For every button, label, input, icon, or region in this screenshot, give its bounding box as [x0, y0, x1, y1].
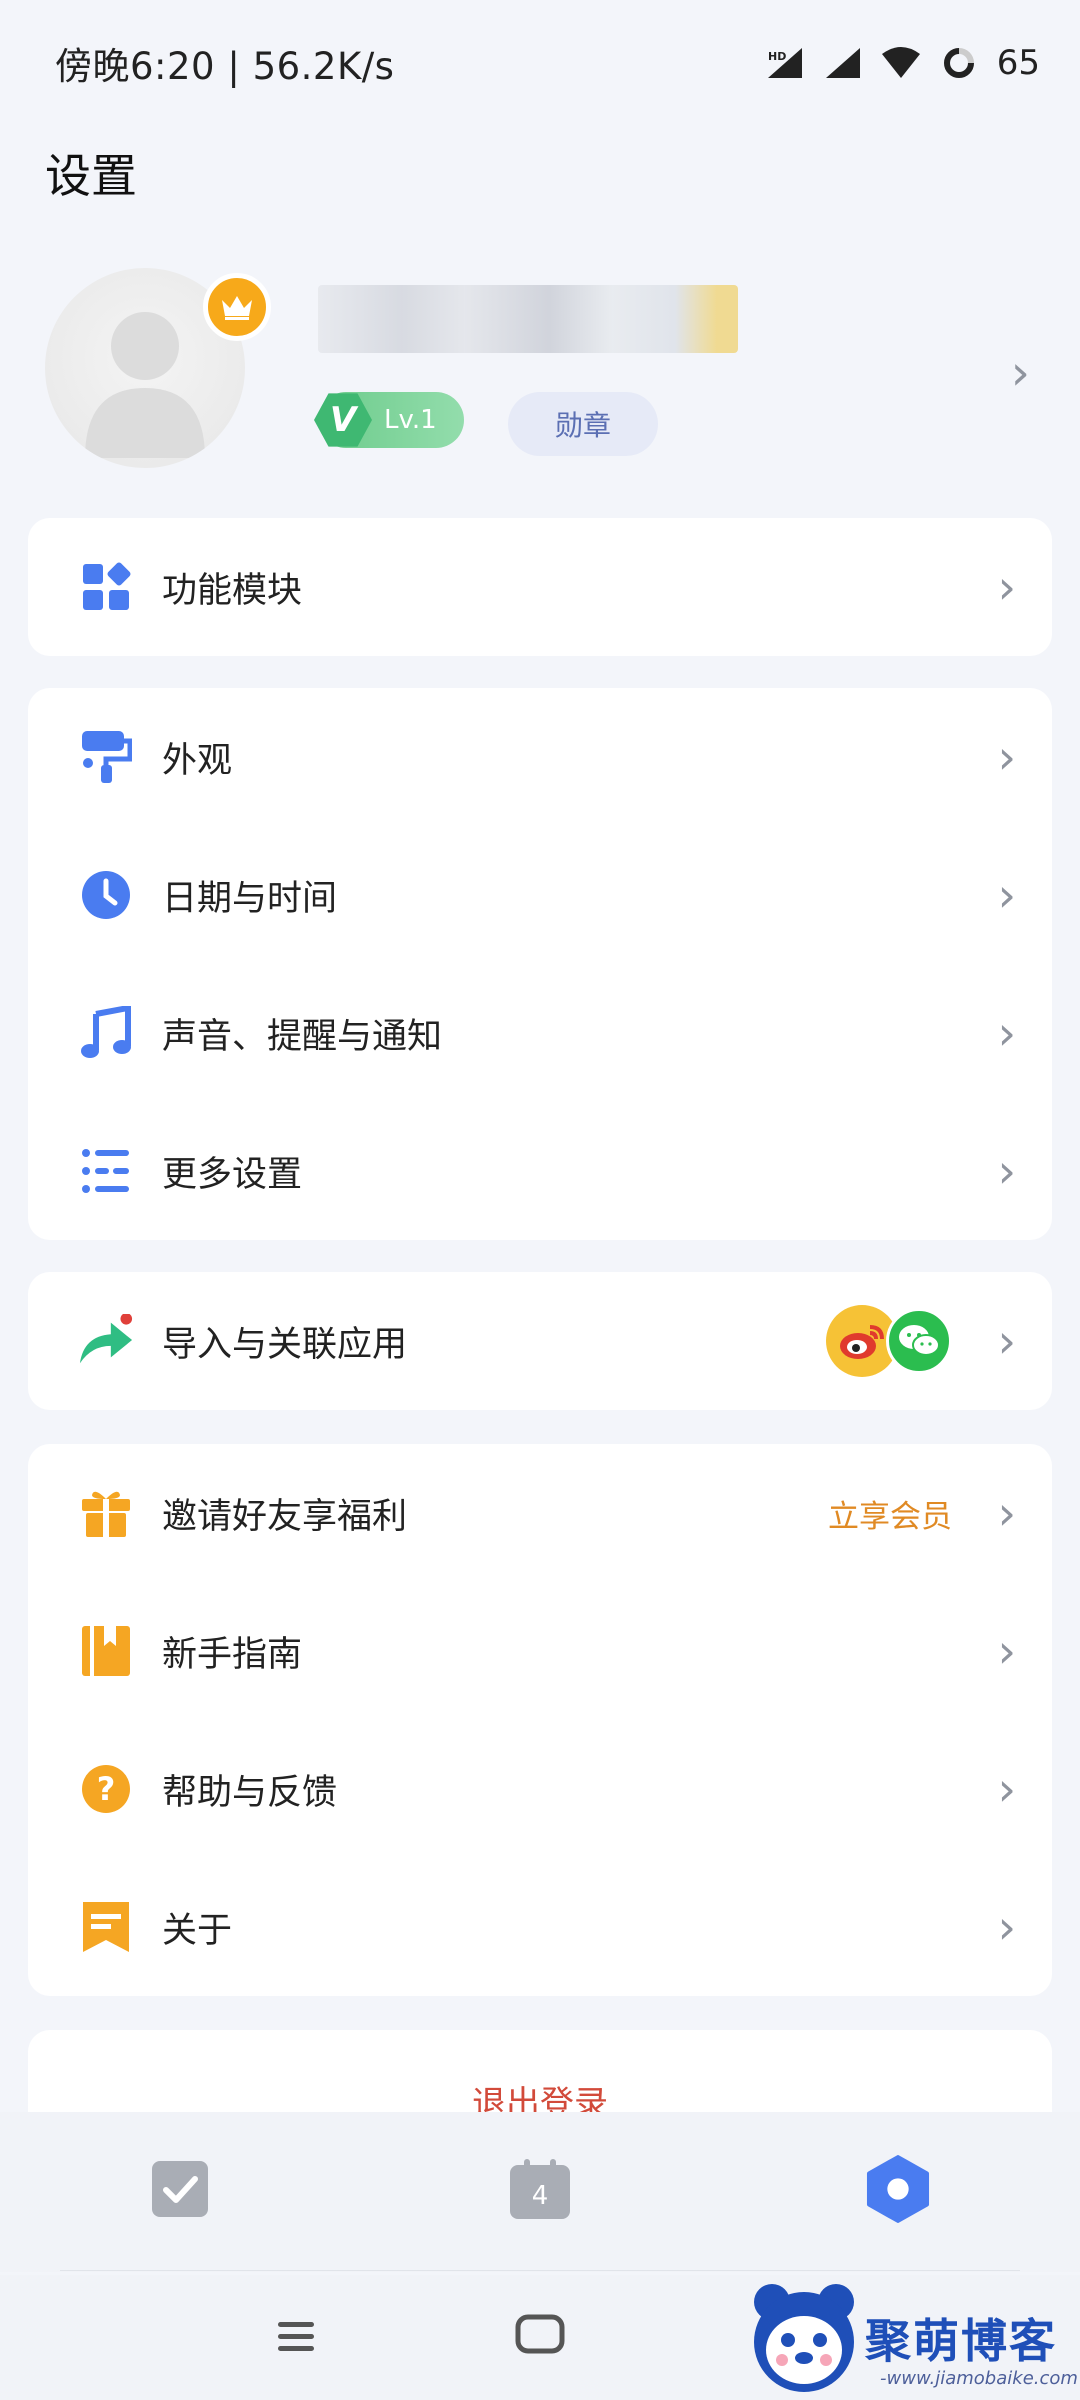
menu-label: 导入与关联应用 [162, 1324, 408, 1365]
chevron-right-icon: › [997, 1900, 1016, 1954]
card-preferences: 外观 › 日期与时间 › 声音、提醒与通知 › 更多设置 › [28, 688, 1052, 1240]
page-title: 设置 [45, 149, 137, 203]
chevron-right-icon: › [997, 1144, 1016, 1198]
chevron-right-icon: › [997, 1006, 1016, 1060]
cellular-signal-icon [823, 43, 863, 83]
menu-item-help-feedback[interactable]: ? 帮助与反馈 › [28, 1720, 1052, 1858]
tab-tasks[interactable] [148, 2157, 212, 2221]
bookmark-flag-icon [78, 1899, 134, 1955]
menu-item-datetime[interactable]: 日期与时间 › [28, 826, 1052, 964]
status-time-speed: 傍晚6:20 | 56.2K/s [55, 45, 395, 88]
home-button[interactable] [514, 2312, 566, 2356]
status-icons: HD 65 [765, 40, 1040, 86]
tab-settings[interactable] [866, 2155, 930, 2223]
guide-book-icon [78, 1623, 134, 1679]
wechat-icon [886, 1308, 952, 1374]
menu-item-import-apps[interactable]: 导入与关联应用 › [28, 1272, 1052, 1410]
menu-item-more-settings[interactable]: 更多设置 › [28, 1102, 1052, 1240]
vip-promo-text: 立享会员 [828, 1498, 952, 1535]
menu-lines-icon [278, 2322, 314, 2351]
menu-label: 功能模块 [162, 570, 303, 611]
modules-grid-icon [78, 559, 134, 615]
crown-icon [203, 273, 271, 341]
menu-label: 新手指南 [162, 1634, 303, 1675]
tab-calendar[interactable]: 4 [508, 2157, 572, 2221]
medal-button[interactable]: 勋章 [508, 392, 658, 456]
chevron-right-icon: › [997, 1624, 1016, 1678]
watermark-subtitle: -www.jiamobaike.com [880, 2368, 1078, 2389]
help-question-icon: ? [78, 1761, 134, 1817]
menu-label: 更多设置 [162, 1154, 303, 1195]
card-import: 导入与关联应用 › [28, 1272, 1052, 1410]
battery-level: 65 [996, 43, 1040, 83]
chevron-right-icon: › [997, 868, 1016, 922]
gift-icon [78, 1485, 134, 1541]
watermark-title: 聚萌博客 [865, 2314, 1057, 2368]
logout-button[interactable]: 退出登录 [0, 2076, 1080, 2116]
username-blurred [318, 285, 738, 353]
chevron-right-icon: › [997, 1486, 1016, 1540]
menu-label: 邀请好友享福利 [162, 1496, 408, 1537]
chevron-right-icon: › [997, 1314, 1016, 1368]
chevron-right-icon: › [997, 1762, 1016, 1816]
menu-label: 日期与时间 [162, 878, 338, 919]
hd-signal-icon: HD [765, 43, 805, 83]
level-label: Lv.1 [384, 405, 437, 435]
settings-hexagon-icon [866, 2155, 930, 2223]
menu-item-invite[interactable]: 邀请好友享福利 立享会员 › [28, 1444, 1052, 1582]
watermark-bear-logo [742, 2278, 866, 2396]
menu-item-guide[interactable]: 新手指南 › [28, 1582, 1052, 1720]
music-note-icon [78, 1005, 134, 1061]
list-settings-icon [78, 1143, 134, 1199]
menu-label: 声音、提醒与通知 [162, 1016, 443, 1057]
clock-icon [78, 867, 134, 923]
menu-item-sound[interactable]: 声音、提醒与通知 › [28, 964, 1052, 1102]
level-badge[interactable]: V Lv.1 [314, 392, 464, 448]
share-arrow-icon [78, 1313, 134, 1369]
task-check-icon [152, 2161, 208, 2217]
recent-apps-button[interactable] [275, 2316, 317, 2358]
chevron-right-icon: › [997, 730, 1016, 784]
paint-roller-icon [78, 729, 134, 785]
card-modules: 功能模块 › [28, 518, 1052, 656]
battery-ring-icon [939, 43, 979, 83]
menu-item-about[interactable]: 关于 › [28, 1858, 1052, 1996]
calendar-day: 4 [532, 2181, 549, 2211]
menu-label: 帮助与反馈 [162, 1772, 338, 1813]
card-help: 邀请好友享福利 立享会员 › 新手指南 › ? 帮助与反馈 › 关于 › [28, 1444, 1052, 1996]
divider [60, 2270, 1020, 2271]
chevron-right-icon: › [1010, 345, 1030, 401]
menu-label: 关于 [162, 1910, 233, 1951]
menu-item-modules[interactable]: 功能模块 › [28, 518, 1052, 656]
chevron-right-icon: › [997, 560, 1016, 614]
menu-item-appearance[interactable]: 外观 › [28, 688, 1052, 826]
wifi-icon [881, 43, 921, 83]
menu-label: 外观 [162, 740, 233, 781]
svg-text:HD: HD [768, 50, 786, 63]
calendar-icon: 4 [510, 2159, 570, 2219]
svg-text:?: ? [97, 1770, 116, 1808]
home-square-icon [515, 2314, 565, 2354]
